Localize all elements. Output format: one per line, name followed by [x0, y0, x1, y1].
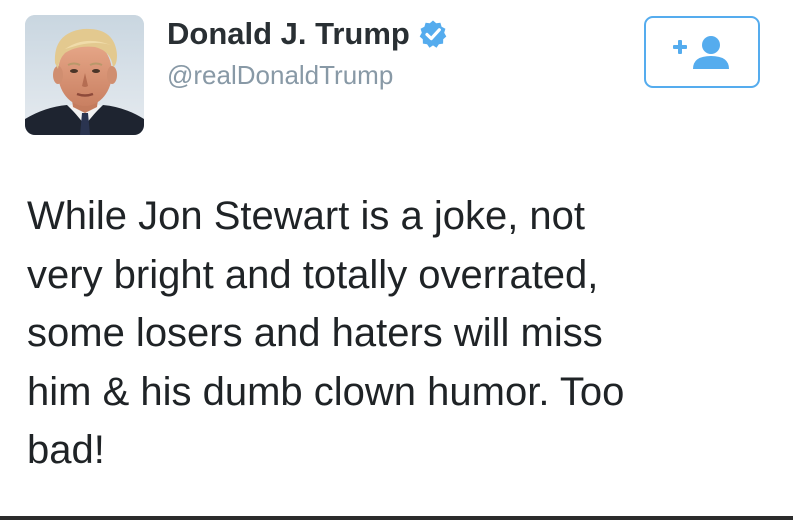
tweet-text-line: him & his dumb clown humor. Too [27, 369, 625, 414]
author-row: Donald J. Trump [167, 14, 448, 54]
tweet-text-line: very bright and totally overrated, [27, 252, 599, 297]
follow-user-icon [673, 36, 729, 69]
tweet-text-line: bad! [27, 428, 105, 472]
display-name[interactable]: Donald J. Trump [167, 16, 410, 52]
avatar[interactable] [25, 15, 144, 135]
divider [0, 516, 793, 520]
follow-button[interactable] [644, 16, 760, 88]
handle[interactable]: @realDonaldTrump [167, 60, 393, 91]
tweet-text-line: While Jon Stewart is a joke, not [27, 194, 586, 238]
verified-badge-icon [418, 19, 448, 49]
avatar-image [25, 15, 144, 135]
tweet-text: While Jon Stewart is a joke, not very br… [27, 187, 777, 480]
tweet-card: Donald J. Trump @realDonaldTrump While J… [0, 0, 793, 520]
tweet-text-line: some losers and haters will miss [27, 311, 603, 355]
